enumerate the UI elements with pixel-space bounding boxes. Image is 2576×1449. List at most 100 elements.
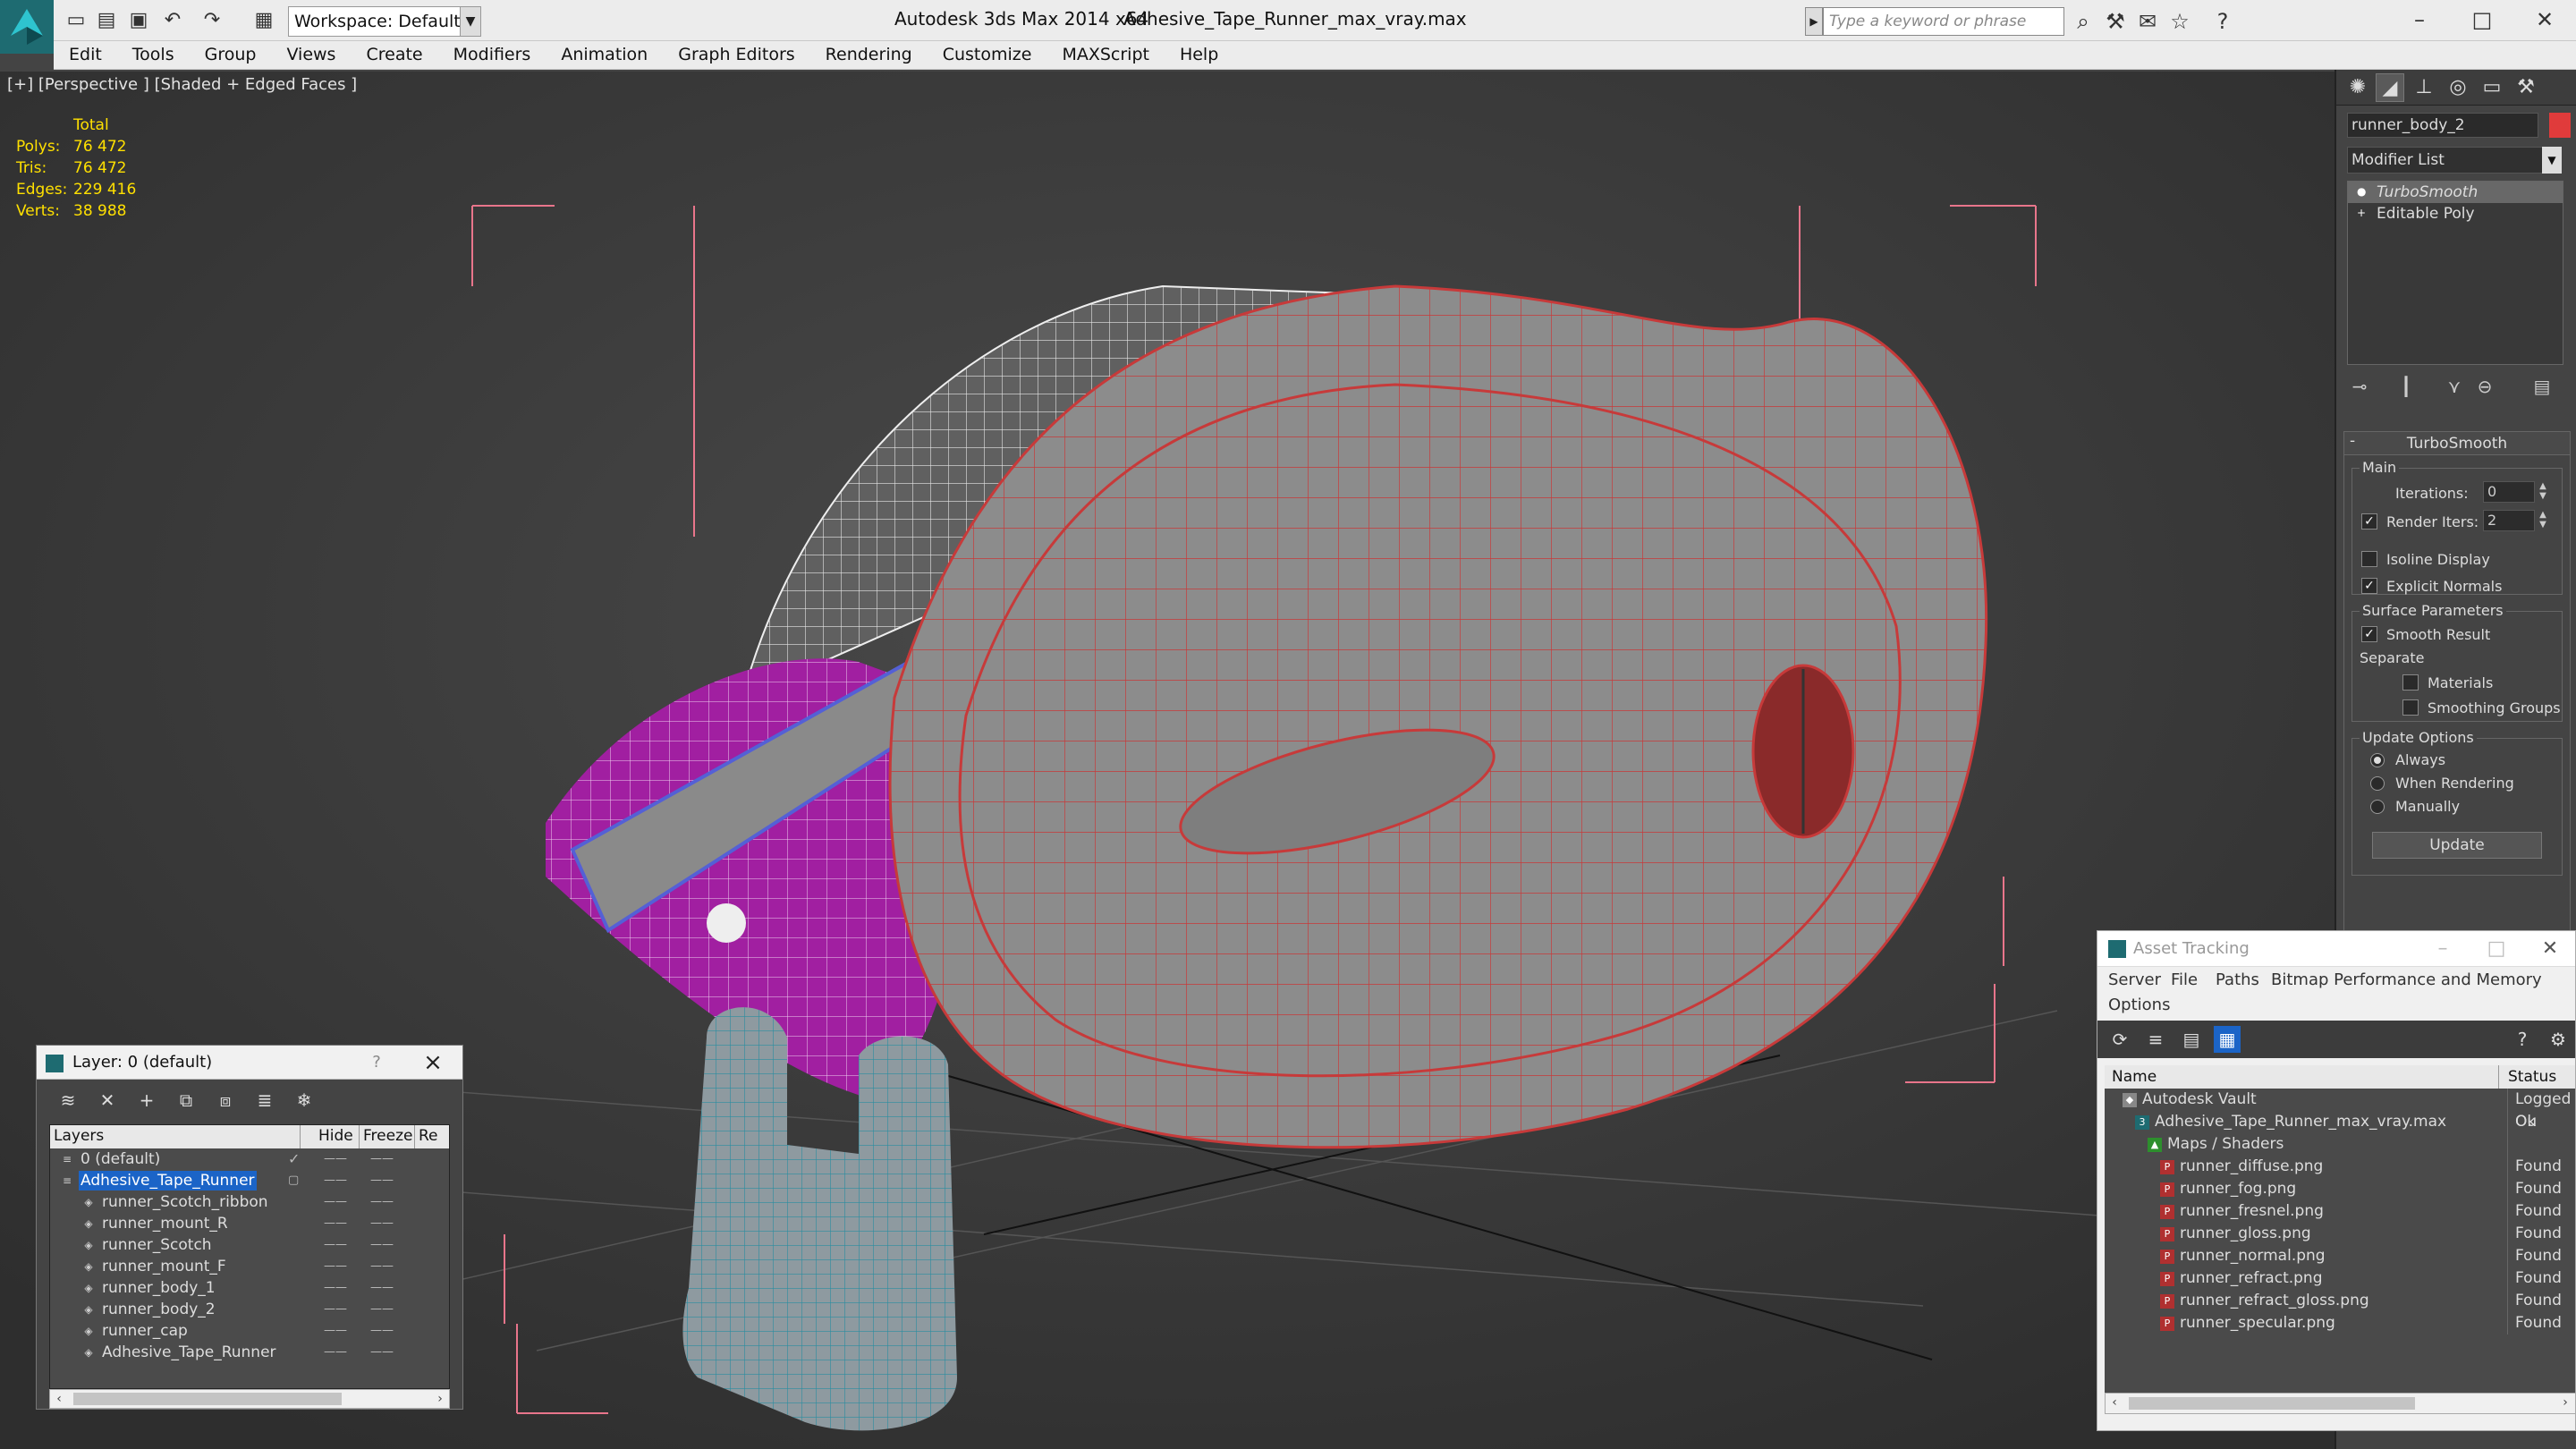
toggle-dash-icon[interactable]: —— [370, 1320, 394, 1342]
show-end-result-icon[interactable]: ┃ [2394, 374, 2419, 399]
chevron-down-icon[interactable]: ▼ [460, 6, 481, 37]
menu-customize[interactable]: Customize [928, 41, 1047, 69]
collapse-icon[interactable]: - [2350, 432, 2355, 450]
col-layers[interactable]: Layers [50, 1125, 301, 1148]
col-status[interactable]: Status [2498, 1065, 2556, 1089]
toggle-dash-icon[interactable]: —— [370, 1148, 394, 1170]
create-tab-icon[interactable]: ✺ [2343, 73, 2372, 102]
asset-row[interactable]: Prunner_refract_gloss.png Found [2105, 1290, 2575, 1312]
minimize-button[interactable]: – [2388, 0, 2451, 39]
asset-horizontal-scrollbar[interactable]: ‹ › [2105, 1393, 2575, 1414]
remove-modifier-icon[interactable]: ⊖ [2472, 374, 2497, 399]
col-render[interactable]: Re [415, 1125, 449, 1148]
asset-row[interactable]: Prunner_fresnel.png Found [2105, 1200, 2575, 1223]
render-iters-checkbox[interactable]: ✓ [2361, 513, 2377, 530]
asset-row[interactable]: ◆ Autodesk Vault Logged Ou [2105, 1089, 2575, 1131]
layer-row[interactable]: ◈ runner_mount_F —— —— [50, 1256, 449, 1277]
asset-menu-paths[interactable]: Paths [2216, 970, 2259, 989]
asset-close-button[interactable]: ✕ [2523, 931, 2575, 967]
when-rendering-radio[interactable] [2370, 776, 2385, 791]
asset-menu-server[interactable]: Server [2108, 970, 2161, 989]
toggle-dash-icon[interactable]: —— [324, 1256, 347, 1277]
tree-view-icon[interactable]: ▤ [2178, 1026, 2205, 1053]
manually-radio[interactable] [2370, 800, 2385, 814]
toggle-dash-icon[interactable]: —— [324, 1170, 347, 1191]
layer-row[interactable]: ◈ runner_body_1 —— —— [50, 1277, 449, 1299]
new-file-icon[interactable]: ▭ [63, 7, 89, 34]
layer-row[interactable]: ◈ runner_cap —— —— [50, 1320, 449, 1342]
help-icon[interactable]: ? [2209, 8, 2236, 35]
asset-menu-bitmap[interactable]: Bitmap Performance and Memory [2271, 970, 2542, 989]
maximize-button[interactable]: □ [2451, 0, 2513, 39]
save-file-icon[interactable]: ▣ [125, 7, 152, 34]
layer-window-help-button[interactable]: ? [359, 1046, 394, 1080]
modify-tab-icon[interactable]: ◢ [2376, 73, 2404, 102]
layer-row[interactable]: ◈ runner_Scotch —— —— [50, 1234, 449, 1256]
search-input[interactable]: Type a keyword or phrase [1823, 7, 2064, 36]
menu-help[interactable]: Help [1165, 41, 1233, 69]
toggle-dash-icon[interactable]: —— [324, 1299, 347, 1320]
asset-row[interactable]: Prunner_gloss.png Found [2105, 1223, 2575, 1245]
delete-layer-icon[interactable]: ✕ [94, 1087, 121, 1114]
menu-tools[interactable]: Tools [117, 41, 190, 69]
layer-window-close-button[interactable]: × [411, 1046, 455, 1080]
toggle-dash-icon[interactable]: —— [370, 1342, 394, 1363]
col-hide[interactable]: Hide [315, 1125, 360, 1148]
project-folder-icon[interactable]: ▦ [250, 7, 277, 34]
materials-checkbox[interactable] [2402, 674, 2419, 691]
menu-graph-editors[interactable]: Graph Editors [663, 41, 809, 69]
menu-create[interactable]: Create [351, 41, 437, 69]
pin-stack-icon[interactable]: ⊸ [2347, 374, 2372, 399]
render-iters-spinner[interactable]: 2 [2483, 510, 2535, 531]
update-button[interactable]: Update [2372, 832, 2542, 859]
asset-row[interactable]: ▲ Maps / Shaders [2105, 1133, 2575, 1156]
toggle-dash-icon[interactable]: —— [370, 1277, 394, 1299]
asset-row[interactable]: Prunner_diffuse.png Found [2105, 1156, 2575, 1178]
object-color-swatch[interactable] [2549, 113, 2571, 138]
workspace-dropdown[interactable]: Workspace: Default [288, 6, 481, 37]
toggle-dash-icon[interactable]: —— [370, 1170, 394, 1191]
menu-views[interactable]: Views [271, 41, 351, 69]
isoline-display-checkbox[interactable] [2361, 551, 2377, 567]
highlight-layer-icon[interactable]: ⧈ [212, 1087, 239, 1114]
perspective-viewport[interactable]: [+] [Perspective ] [Shaded + Edged Faces… [0, 72, 2334, 1449]
motion-tab-icon[interactable]: ◎ [2444, 73, 2472, 102]
asset-row[interactable]: Prunner_refract.png Found [2105, 1267, 2575, 1290]
asset-menu-file[interactable]: File [2171, 970, 2198, 989]
toggle-dash-icon[interactable]: —— [370, 1299, 394, 1320]
asset-menu-options[interactable]: Options [2108, 996, 2170, 1014]
iterations-spinner[interactable]: 0 [2483, 481, 2535, 503]
always-radio[interactable] [2370, 753, 2385, 767]
add-layer-icon[interactable]: + [133, 1087, 160, 1114]
asset-minimize-button[interactable]: – [2416, 931, 2470, 967]
toggle-dash-icon[interactable]: —— [324, 1277, 347, 1299]
smooth-result-checkbox[interactable]: ✓ [2361, 626, 2377, 642]
layer-row[interactable]: ◈ runner_Scotch_ribbon —— —— [50, 1191, 449, 1213]
toggle-dash-icon[interactable]: —— [370, 1234, 394, 1256]
scroll-right-icon[interactable]: › [431, 1390, 449, 1408]
scroll-thumb[interactable] [2129, 1397, 2415, 1410]
chevron-down-icon[interactable]: ▼ [2542, 147, 2562, 174]
refresh-icon[interactable]: ⟳ [2106, 1026, 2133, 1053]
undo-icon[interactable]: ↶ [159, 7, 186, 34]
toggle-dash-icon[interactable]: —— [324, 1320, 347, 1342]
smoothing-groups-checkbox[interactable] [2402, 699, 2419, 716]
select-in-layer-icon[interactable]: ⧉ [173, 1087, 199, 1114]
stack-item-editable-poly[interactable]: + Editable Poly [2348, 203, 2563, 225]
explicit-normals-checkbox[interactable]: ✓ [2361, 578, 2377, 594]
table-view-icon[interactable]: ▦ [2214, 1026, 2241, 1053]
app-logo-icon[interactable] [0, 0, 54, 54]
configure-sets-icon[interactable]: ▤ [2529, 374, 2555, 399]
hide-all-layers-icon[interactable]: ≣ [251, 1087, 278, 1114]
toggle-dash-icon[interactable]: —— [324, 1191, 347, 1213]
menu-animation[interactable]: Animation [546, 41, 663, 69]
asset-row[interactable]: Prunner_normal.png Found [2105, 1245, 2575, 1267]
active-layer-check-icon[interactable]: ✓ [288, 1148, 300, 1170]
modifier-list-dropdown[interactable]: Modifier List [2347, 147, 2562, 174]
close-button[interactable]: ✕ [2513, 0, 2576, 39]
spinner-arrows-icon[interactable]: ▲ ▼ [2537, 510, 2549, 531]
freeze-all-layers-icon[interactable]: ❄ [291, 1087, 318, 1114]
binoculars-icon[interactable]: ⌕ [2070, 8, 2097, 35]
toggle-dash-icon[interactable]: —— [324, 1148, 347, 1170]
redo-icon[interactable]: ↷ [199, 7, 225, 34]
